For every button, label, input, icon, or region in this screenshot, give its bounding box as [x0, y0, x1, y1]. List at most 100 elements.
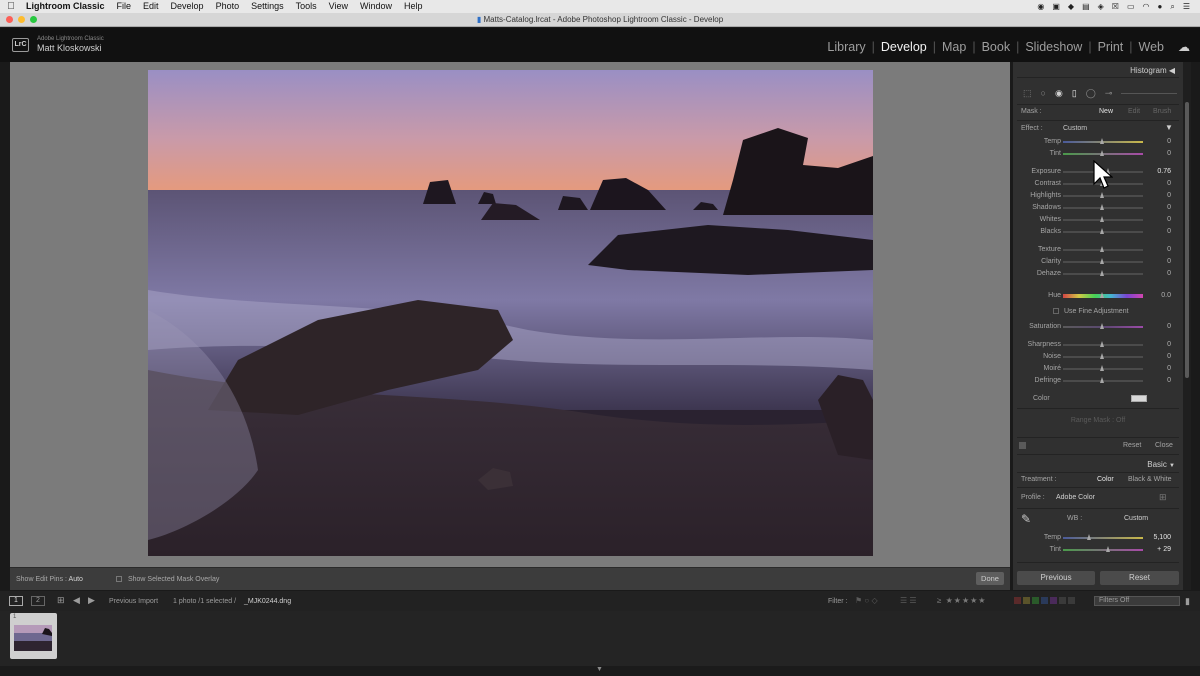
previous-button[interactable]: Previous: [1017, 571, 1095, 585]
collapse-arrow-icon[interactable]: ▼: [596, 666, 603, 673]
cloud-sync-icon[interactable]: ☁: [1178, 40, 1190, 54]
status-icon[interactable]: ▤: [1082, 2, 1090, 12]
scrollbar-thumb[interactable]: [1185, 102, 1189, 378]
mask-close-button[interactable]: Close: [1155, 442, 1173, 449]
defringe-value[interactable]: 0: [1167, 377, 1171, 384]
texture-value[interactable]: 0: [1167, 246, 1171, 253]
tint-thumb[interactable]: [1100, 150, 1104, 156]
green-label-icon[interactable]: [1032, 597, 1039, 604]
status-icon[interactable]: ◈: [1098, 2, 1104, 12]
basic-tint-thumb[interactable]: [1106, 546, 1110, 552]
window-1-button[interactable]: 1: [9, 596, 23, 606]
photo-canvas[interactable]: [10, 62, 1010, 567]
blacks-thumb[interactable]: [1100, 228, 1104, 234]
tint-slider[interactable]: Tint 0: [1013, 148, 1183, 160]
filmstrip-thumbnail[interactable]: 1: [10, 613, 57, 659]
sharpness-value[interactable]: 0: [1167, 341, 1171, 348]
fine-adjust-option[interactable]: Use Fine Adjustment: [1053, 308, 1129, 315]
basic-temp-slider[interactable]: Temp 5,100: [1013, 532, 1183, 544]
tool-slider-track[interactable]: [1121, 92, 1177, 94]
edit-pins-value[interactable]: Auto: [69, 576, 83, 583]
effect-disclosure-icon[interactable]: ▼: [1165, 123, 1173, 132]
red-label-icon[interactable]: [1014, 597, 1021, 604]
status-icon[interactable]: ☒: [1112, 2, 1119, 12]
shadows-value[interactable]: 0: [1167, 204, 1171, 211]
window-2-button[interactable]: 2: [31, 596, 45, 606]
menu-develop[interactable]: Develop: [165, 0, 210, 13]
forward-arrow-icon[interactable]: ▶: [88, 595, 95, 606]
status-icon[interactable]: ◉: [1037, 2, 1044, 12]
status-icon[interactable]: ▣: [1052, 2, 1060, 12]
user-icon[interactable]: ●: [1158, 2, 1163, 12]
module-web[interactable]: Web: [1133, 40, 1170, 54]
dehaze-thumb[interactable]: [1100, 270, 1104, 276]
sharpness-thumb[interactable]: [1100, 341, 1104, 347]
edit-pins-control[interactable]: Show Edit Pins : Auto: [16, 576, 83, 583]
basic-temp-track[interactable]: [1063, 537, 1143, 539]
no-label-icon[interactable]: [1059, 597, 1066, 604]
module-library[interactable]: Library: [821, 40, 871, 54]
color-swatch-icon[interactable]: [1131, 395, 1147, 402]
menu-window[interactable]: Window: [354, 0, 398, 13]
filter-lock-icon[interactable]: ▮: [1185, 596, 1190, 607]
texture-thumb[interactable]: [1100, 246, 1104, 252]
flag-filter-icons[interactable]: ⚑ ○ ◇: [855, 596, 878, 605]
noise-slider[interactable]: Noise 0: [1013, 351, 1183, 363]
profile-value[interactable]: Adobe Color: [1056, 494, 1095, 501]
control-center-icon[interactable]: ☰: [1183, 2, 1190, 12]
treatment-color-button[interactable]: Color: [1097, 476, 1114, 483]
search-icon[interactable]: ⌕: [1170, 2, 1174, 12]
shadows-slider[interactable]: Shadows 0: [1013, 202, 1183, 214]
module-slideshow[interactable]: Slideshow: [1019, 40, 1088, 54]
back-arrow-icon[interactable]: ◀: [73, 595, 80, 606]
menu-app-name[interactable]: Lightroom Classic: [22, 0, 111, 13]
mask-overlay-checkbox[interactable]: [116, 576, 122, 582]
saturation-thumb[interactable]: [1100, 323, 1104, 329]
basic-tint-slider[interactable]: Tint + 29: [1013, 544, 1183, 556]
rating-filter-stars-icon[interactable]: ≥ ★★★★★: [937, 596, 986, 605]
menu-photo[interactable]: Photo: [210, 0, 246, 13]
saturation-slider[interactable]: Saturation 0: [1013, 321, 1183, 333]
bottom-panel-toggle[interactable]: ▼: [0, 666, 1200, 676]
basic-temp-value[interactable]: 5,100: [1153, 534, 1171, 541]
noise-value[interactable]: 0: [1167, 353, 1171, 360]
contrast-value[interactable]: 0: [1167, 180, 1171, 187]
mask-edit-button[interactable]: Edit: [1128, 108, 1140, 115]
temp-slider[interactable]: Temp 0: [1013, 136, 1183, 148]
module-book[interactable]: Book: [976, 40, 1017, 54]
panel-toggle-icon[interactable]: [1019, 442, 1026, 449]
redeye-tool-icon[interactable]: ◉: [1055, 88, 1063, 99]
hue-value[interactable]: 0.0: [1161, 292, 1171, 299]
highlights-thumb[interactable]: [1100, 192, 1104, 198]
dehaze-value[interactable]: 0: [1167, 270, 1171, 277]
menu-file[interactable]: File: [111, 0, 138, 13]
wb-value[interactable]: Custom: [1124, 515, 1148, 522]
clarity-slider[interactable]: Clarity 0: [1013, 256, 1183, 268]
menu-settings[interactable]: Settings: [245, 0, 290, 13]
moir--thumb[interactable]: [1100, 365, 1104, 371]
spot-removal-icon[interactable]: ○: [1041, 88, 1046, 98]
menu-tools[interactable]: Tools: [290, 0, 323, 13]
basic-tint-track[interactable]: [1063, 549, 1143, 551]
mask-overlay-toggle[interactable]: Show Selected Mask Overlay: [116, 576, 219, 583]
mask-new-button[interactable]: New: [1099, 108, 1113, 115]
texture-slider[interactable]: Texture 0: [1013, 244, 1183, 256]
shadows-thumb[interactable]: [1100, 204, 1104, 210]
dropbox-icon[interactable]: ◆: [1068, 2, 1074, 12]
blacks-value[interactable]: 0: [1167, 228, 1171, 235]
blacks-slider[interactable]: Blacks 0: [1013, 226, 1183, 238]
clarity-thumb[interactable]: [1100, 258, 1104, 264]
done-button[interactable]: Done: [976, 572, 1004, 585]
module-develop[interactable]: Develop: [875, 40, 933, 54]
temp-thumb[interactable]: [1100, 138, 1104, 144]
brush-tool-icon[interactable]: ⊸: [1105, 88, 1113, 99]
source-label[interactable]: Previous Import: [109, 598, 158, 605]
saturation-value[interactable]: 0: [1167, 323, 1171, 330]
hue-thumb[interactable]: [1100, 292, 1104, 298]
close-window-icon[interactable]: [6, 16, 13, 23]
wifi-icon[interactable]: ◠: [1143, 2, 1150, 12]
dehaze-slider[interactable]: Dehaze 0: [1013, 268, 1183, 280]
menu-help[interactable]: Help: [398, 0, 429, 13]
range-mask[interactable]: Range Mask : Off: [1013, 417, 1183, 424]
menu-edit[interactable]: Edit: [137, 0, 165, 13]
